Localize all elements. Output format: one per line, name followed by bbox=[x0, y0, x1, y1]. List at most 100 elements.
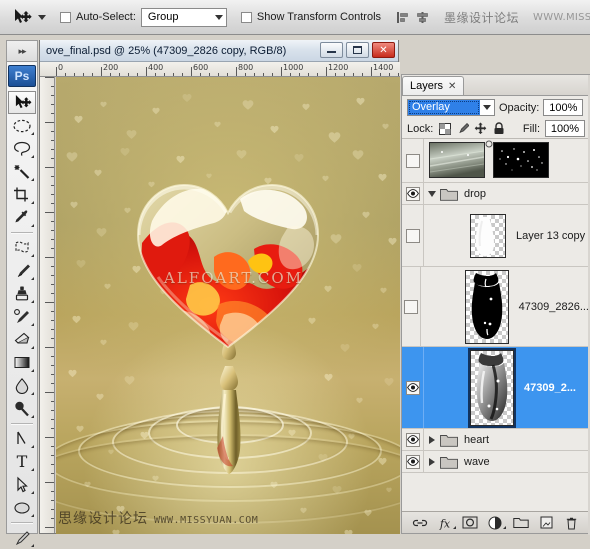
notes-tool[interactable] bbox=[8, 526, 36, 549]
table-row[interactable]: 47309_2... bbox=[402, 347, 589, 429]
flyout-triangle-icon[interactable] bbox=[28, 201, 34, 204]
horizontal-ruler[interactable]: 0 200 400 600 800 1000 1200 1400 bbox=[40, 62, 400, 77]
layer-mask-thumbnail[interactable] bbox=[493, 142, 549, 178]
pen-tool[interactable] bbox=[8, 427, 36, 450]
move-tool[interactable] bbox=[8, 91, 36, 114]
layer-visibility-toggle[interactable] bbox=[402, 451, 424, 472]
flyout-triangle-icon[interactable] bbox=[28, 468, 34, 471]
ruler-tick-minor bbox=[51, 383, 54, 384]
layer-group-heart[interactable]: heart bbox=[402, 429, 589, 451]
table-row[interactable]: 47309_2826... bbox=[402, 267, 589, 347]
flyout-triangle-icon[interactable] bbox=[28, 369, 34, 372]
link-layers-icon[interactable] bbox=[412, 515, 428, 530]
table-row[interactable] bbox=[402, 139, 589, 183]
flyout-triangle-icon[interactable] bbox=[28, 224, 34, 227]
elliptical-marquee-tool[interactable] bbox=[8, 114, 36, 137]
align-horizontal-centers-icon[interactable] bbox=[415, 10, 430, 25]
flyout-triangle-icon[interactable] bbox=[28, 491, 34, 494]
flyout-triangle-icon[interactable] bbox=[28, 178, 34, 181]
layer-group-drop[interactable]: drop bbox=[402, 183, 589, 205]
flyout-triangle-icon[interactable] bbox=[28, 155, 34, 158]
layer-visibility-toggle[interactable] bbox=[402, 139, 424, 183]
layer-thumbnail[interactable] bbox=[468, 347, 516, 428]
auto-select-dropdown[interactable]: Group bbox=[140, 7, 227, 27]
lock-image-pixels-icon[interactable] bbox=[456, 122, 470, 135]
fill-input[interactable]: 100% bbox=[545, 120, 585, 137]
chevron-double-right-icon[interactable]: ▸▸ bbox=[18, 46, 26, 57]
flyout-triangle-icon[interactable] bbox=[28, 346, 34, 349]
close-icon[interactable]: ✕ bbox=[448, 81, 456, 92]
chevron-down-icon[interactable] bbox=[38, 14, 46, 20]
brush-tool[interactable] bbox=[8, 259, 36, 282]
table-row[interactable]: Layer 13 copy bbox=[402, 205, 589, 267]
type-tool[interactable]: T bbox=[8, 450, 36, 473]
lock-position-icon[interactable] bbox=[474, 122, 487, 135]
dodge-tool[interactable] bbox=[8, 397, 36, 420]
blend-mode-dropdown[interactable]: Overlay bbox=[407, 99, 495, 116]
flyout-triangle-icon[interactable] bbox=[28, 300, 34, 303]
layer-thumbnail[interactable] bbox=[429, 142, 485, 178]
group-expand-toggle[interactable] bbox=[424, 457, 440, 466]
group-expand-toggle[interactable] bbox=[424, 435, 440, 444]
lasso-tool[interactable] bbox=[8, 137, 36, 160]
eraser-tool[interactable] bbox=[8, 328, 36, 351]
blur-tool[interactable] bbox=[8, 374, 36, 397]
new-group-icon[interactable] bbox=[513, 515, 529, 530]
layer-thumbnail[interactable] bbox=[470, 213, 506, 258]
minimize-button[interactable] bbox=[320, 42, 343, 58]
clone-stamp-tool[interactable] bbox=[8, 282, 36, 305]
vertical-ruler[interactable] bbox=[40, 77, 55, 533]
crop-tool[interactable] bbox=[8, 183, 36, 206]
canvas-area[interactable]: ALFOART.COM 思缘设计论坛 WWW.MISSYUAN.COM bbox=[56, 77, 400, 534]
flyout-triangle-icon[interactable] bbox=[28, 415, 34, 418]
toolbox-collapse-header[interactable]: ▸▸ bbox=[6, 40, 38, 62]
group-expand-toggle[interactable] bbox=[424, 190, 440, 197]
flyout-triangle-icon[interactable] bbox=[28, 544, 34, 547]
layer-visibility-toggle[interactable] bbox=[402, 183, 424, 204]
show-transform-controls-checkbox[interactable] bbox=[240, 11, 252, 23]
tool-preset-picker[interactable] bbox=[0, 6, 46, 28]
magic-wand-tool[interactable] bbox=[8, 160, 36, 183]
eyedropper-tool[interactable] bbox=[8, 206, 36, 229]
layer-group-wave[interactable]: wave bbox=[402, 451, 589, 473]
flyout-triangle-icon[interactable] bbox=[28, 254, 34, 257]
flyout-triangle-icon[interactable] bbox=[28, 277, 34, 280]
patch-healing-tool[interactable] bbox=[8, 236, 36, 259]
gradient-tool[interactable] bbox=[8, 351, 36, 374]
layer-visibility-toggle[interactable] bbox=[402, 267, 421, 346]
align-left-edges-icon[interactable] bbox=[395, 10, 410, 25]
layer-style-fx-icon[interactable]: fx bbox=[437, 515, 456, 530]
document-title-bar[interactable]: ove_final.psd @ 25% (47309_2826 copy, RG… bbox=[40, 40, 398, 62]
flyout-triangle-icon[interactable] bbox=[28, 392, 34, 395]
flyout-triangle-icon[interactable] bbox=[28, 445, 34, 448]
flyout-triangle-icon[interactable] bbox=[28, 323, 34, 326]
layer-visibility-toggle[interactable] bbox=[402, 205, 424, 266]
close-button[interactable]: ✕ bbox=[372, 42, 395, 58]
ellipse-shape-tool[interactable] bbox=[8, 496, 36, 519]
flyout-triangle-icon[interactable] bbox=[28, 132, 34, 135]
mask-link-icon[interactable] bbox=[485, 139, 493, 151]
delete-layer-icon[interactable] bbox=[563, 515, 579, 530]
tab-layers[interactable]: Layers ✕ bbox=[402, 76, 465, 95]
bokeh-heart bbox=[96, 227, 107, 238]
flyout-triangle-icon[interactable] bbox=[28, 514, 34, 517]
new-layer-icon[interactable] bbox=[538, 515, 554, 530]
layer-thumbnail[interactable] bbox=[464, 269, 509, 344]
opacity-input[interactable]: 100% bbox=[543, 99, 584, 116]
layer-visibility-toggle[interactable] bbox=[402, 347, 424, 428]
lock-transparent-pixels-icon[interactable] bbox=[438, 122, 451, 135]
ruler-tick-major bbox=[45, 482, 54, 483]
add-layer-mask-icon[interactable] bbox=[462, 515, 478, 530]
lock-all-icon[interactable] bbox=[492, 122, 505, 135]
new-adjustment-layer-icon[interactable] bbox=[487, 515, 507, 530]
ruler-label: 1400 bbox=[373, 63, 394, 72]
chevron-down-icon[interactable] bbox=[480, 105, 494, 110]
layer-visibility-toggle[interactable] bbox=[402, 429, 424, 450]
chevron-down-icon bbox=[214, 14, 223, 20]
path-selection-tool[interactable] bbox=[8, 473, 36, 496]
ruler-tick-minor bbox=[92, 73, 93, 76]
history-brush-tool[interactable] bbox=[8, 305, 36, 328]
layer-list[interactable]: drop Layer 13 copy 47309_2826... 47309_2… bbox=[402, 139, 589, 512]
auto-select-checkbox[interactable] bbox=[60, 11, 71, 23]
maximize-button[interactable] bbox=[346, 42, 369, 58]
